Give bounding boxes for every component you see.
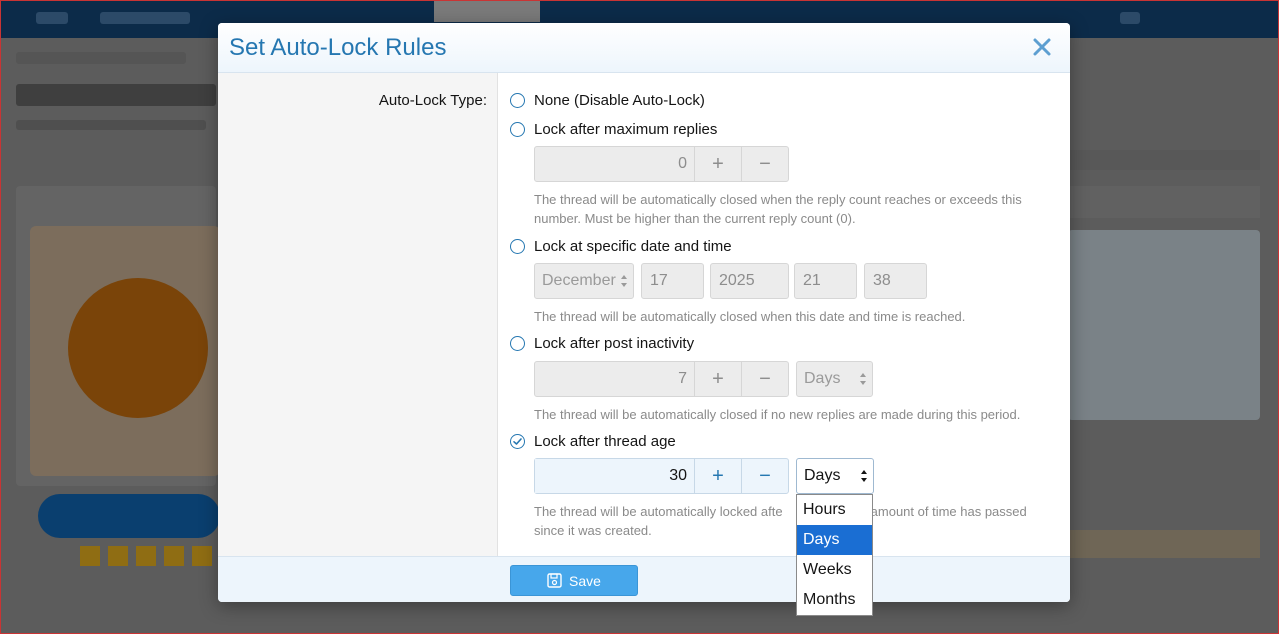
minute-input[interactable]: 38 xyxy=(864,263,927,299)
radio-label-none: None (Disable Auto-Lock) xyxy=(534,91,705,109)
inactivity-unit-select[interactable]: Days xyxy=(796,361,873,397)
thread-age-hint-start: The thread will be automatically locked … xyxy=(534,504,783,519)
inactivity-input[interactable]: 7 xyxy=(535,362,694,396)
modal-body: Auto-Lock Type: None (Disable Auto-Lock)… xyxy=(218,73,1070,556)
unit-dropdown-list: Hours Days Weeks Months xyxy=(796,494,873,616)
thread-age-input[interactable]: 30 xyxy=(535,459,694,493)
inactivity-stepper[interactable]: 7 + − xyxy=(534,361,789,397)
thread-age-unit-select[interactable]: Days xyxy=(796,458,874,494)
max-replies-increment-button[interactable]: + xyxy=(694,147,741,181)
radio-circle[interactable] xyxy=(510,92,525,108)
save-icon xyxy=(547,573,562,588)
day-input[interactable]: 17 xyxy=(641,263,704,299)
dropdown-option-days[interactable]: Days xyxy=(797,525,872,555)
save-button-label: Save xyxy=(569,572,601,589)
hour-input[interactable]: 21 xyxy=(794,263,857,299)
background-active-tab xyxy=(434,0,540,22)
options-column: None (Disable Auto-Lock) Lock after maxi… xyxy=(510,73,1066,556)
radio-option-specific-date[interactable]: Lock at specific date and time xyxy=(510,236,732,256)
background-toolbar xyxy=(1068,150,1260,170)
background-recipe-image xyxy=(30,226,220,476)
background-page-title xyxy=(16,84,216,106)
month-select-value: December xyxy=(542,272,616,289)
dropdown-option-hours[interactable]: Hours xyxy=(797,495,872,525)
select-arrows-icon xyxy=(861,470,867,482)
background-cook-button xyxy=(38,494,220,538)
radio-label-specific-date: Lock at specific date and time xyxy=(534,237,732,255)
close-button[interactable] xyxy=(1030,35,1054,59)
check-circle-icon xyxy=(513,437,522,445)
radio-label-max-replies: Lock after maximum replies xyxy=(534,120,718,138)
dropdown-option-months[interactable]: Months xyxy=(797,585,872,615)
max-replies-decrement-button[interactable]: − xyxy=(741,147,788,181)
background-side-panel xyxy=(1068,230,1260,420)
max-replies-hint: The thread will be automatically closed … xyxy=(534,192,1022,226)
save-button[interactable]: Save xyxy=(510,565,638,596)
radio-circle[interactable] xyxy=(510,238,525,254)
select-arrows-icon xyxy=(621,275,627,287)
radio-option-thread-age[interactable]: Lock after thread age xyxy=(510,431,676,451)
inactivity-decrement-button[interactable]: − xyxy=(741,362,788,396)
close-icon xyxy=(1033,38,1051,56)
radio-option-max-replies[interactable]: Lock after maximum replies xyxy=(510,119,717,139)
specific-date-hint: The thread will be automatically closed … xyxy=(534,309,966,324)
inactivity-unit-value: Days xyxy=(804,370,841,387)
radio-circle-checked[interactable] xyxy=(510,433,525,449)
modal-title: Set Auto-Lock Rules xyxy=(229,34,447,61)
modal-header: Set Auto-Lock Rules xyxy=(218,23,1070,73)
radio-option-inactivity[interactable]: Lock after post inactivity xyxy=(510,333,694,353)
thread-age-increment-button[interactable]: + xyxy=(694,459,741,493)
modal-footer: Save xyxy=(218,556,1070,602)
inactivity-hint: The thread will be automatically closed … xyxy=(534,407,1021,422)
background-rating-stars xyxy=(80,546,220,566)
label-column: Auto-Lock Type: xyxy=(218,73,498,556)
thread-age-stepper[interactable]: 30 + − xyxy=(534,458,789,494)
auto-lock-modal: Set Auto-Lock Rules Auto-Lock Type: None… xyxy=(218,23,1070,616)
select-arrows-icon xyxy=(860,373,866,385)
inactivity-increment-button[interactable]: + xyxy=(694,362,741,396)
dropdown-option-weeks[interactable]: Weeks xyxy=(797,555,872,585)
thread-age-hint-line2: since it was created. xyxy=(534,523,652,538)
max-replies-input[interactable]: 0 xyxy=(535,147,694,181)
radio-circle[interactable] xyxy=(510,335,525,351)
background-breadcrumb xyxy=(16,52,186,64)
radio-label-thread-age: Lock after thread age xyxy=(534,432,676,450)
thread-age-unit-value: Days xyxy=(804,467,841,484)
background-panel-header xyxy=(1068,186,1260,218)
month-select[interactable]: December xyxy=(534,263,634,299)
auto-lock-type-label: Auto-Lock Type: xyxy=(378,92,487,109)
thread-age-hint-end: ed amount of time has passed xyxy=(852,504,1027,519)
radio-option-none[interactable]: None (Disable Auto-Lock) xyxy=(510,90,705,110)
radio-label-inactivity: Lock after post inactivity xyxy=(534,334,695,352)
thread-age-decrement-button[interactable]: − xyxy=(741,459,788,493)
year-input[interactable]: 2025 xyxy=(710,263,789,299)
background-subtitle xyxy=(16,120,206,130)
radio-circle[interactable] xyxy=(510,121,525,137)
max-replies-stepper[interactable]: 0 + − xyxy=(534,146,789,182)
background-notice-bar xyxy=(1068,530,1260,558)
